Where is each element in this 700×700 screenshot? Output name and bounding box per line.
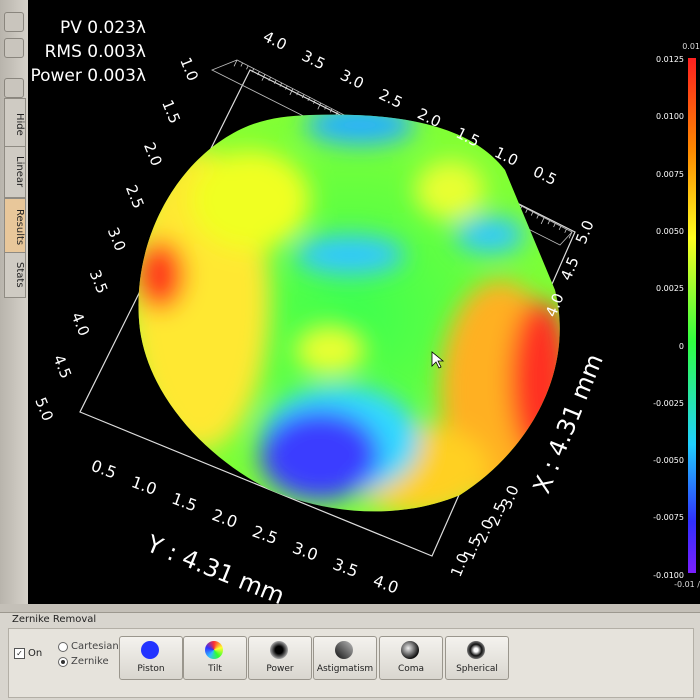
piston-button[interactable]: Piston	[119, 636, 183, 680]
right-axis-ticks: 5.04.54.0	[542, 218, 598, 320]
axis-tick-label: 1.0	[129, 472, 159, 499]
zernike-panel-title: Zernike Removal	[12, 614, 97, 625]
ruler-tick	[564, 228, 567, 233]
tab-results[interactable]: Results	[4, 198, 26, 256]
on-checkbox[interactable]: ✓ On	[14, 648, 42, 659]
ruler-tick	[525, 208, 528, 213]
colorbar-tick: 0.0125	[656, 55, 684, 64]
axis-tick-label: 5.0	[572, 218, 598, 247]
spherical-icon	[467, 641, 485, 659]
piston-label: Piston	[137, 664, 165, 674]
on-label: On	[28, 648, 43, 659]
surface-plot[interactable]: PV 0.023λ RMS 0.003λ Power 0.003λ 4.0 3.…	[28, 0, 648, 610]
colorbar-tick: -0.0100	[653, 570, 684, 580]
colorbar-tick: 0.0025	[656, 284, 684, 294]
checkbox-check-icon: ✓	[14, 648, 25, 659]
axis-tick-label: 3.0	[290, 538, 320, 565]
colorbar-tick: 0.0050	[656, 226, 684, 236]
axis-tick-label: 3.5	[86, 267, 112, 296]
surface-map: 4.0 3.5 3.0 2.5 2.0 1.5 1.0 0.5 1.0 1.5 2.0 2.5 3.0…	[31, 27, 609, 610]
astigmatism-button[interactable]: Astigmatism	[313, 636, 377, 680]
axis-tick-label: 3.0	[337, 66, 366, 93]
axis-tick-label: 4.0	[371, 571, 401, 598]
axis-tick-label: 1.0	[176, 55, 202, 84]
ruler-tick	[540, 217, 545, 225]
axis-tick-label: 2.0	[140, 140, 166, 169]
axis-tick-label: 5.0	[31, 395, 57, 424]
axis-tick-label: 2.5	[250, 522, 280, 549]
colorbar-tick: -0.0025	[653, 398, 684, 408]
colorbar-top-label: 0.01	[682, 42, 700, 51]
astigmatism-label: Astigmatism	[316, 664, 374, 674]
axis-tick-label: 2.0	[209, 505, 239, 532]
axis-tick-label: 4.5	[557, 254, 583, 283]
astigmatism-icon	[335, 641, 353, 659]
spherical-label: Spherical	[456, 664, 498, 674]
radio-zernike-dot	[58, 656, 68, 667]
axis-tick-label: 4.0	[68, 310, 94, 339]
left-toolbar: Hide Linear Results Stats	[0, 0, 29, 610]
ruler-tick	[246, 65, 249, 70]
power-button[interactable]: Power	[248, 636, 312, 680]
power-icon	[270, 641, 288, 659]
radio-zernike-label: Zernike	[71, 656, 109, 667]
axis-tick-label: 1.5	[158, 97, 184, 126]
tab-stats[interactable]: Stats	[4, 252, 26, 298]
ruler-tick	[536, 214, 539, 219]
axis-tick-label: 1.5	[169, 489, 199, 516]
spherical-button[interactable]: Spherical	[445, 636, 509, 680]
colorbar: 0.01 0.0125 0.0100 0.0075 0.0050 0.0025 0 -0.0…	[648, 0, 700, 610]
colorbar-bottom-label: -0.01 /	[674, 580, 700, 589]
pin-icon[interactable]	[4, 78, 24, 98]
tilt-label: Tilt	[208, 664, 222, 674]
colorbar-tick: 0.0075	[656, 169, 684, 179]
radio-cartesian-dot	[58, 641, 68, 652]
axis-tick-label: 2.5	[122, 182, 148, 211]
colorbar-tick: 0	[678, 341, 684, 351]
axis-tick-label: 3.5	[330, 554, 360, 581]
axis-tick-label: 4.5	[49, 352, 75, 381]
ruler-tick	[553, 223, 556, 228]
power-label: Power	[266, 664, 294, 674]
colorbar-tick: -0.0050	[653, 456, 684, 466]
radio-zernike[interactable]: Zernike	[58, 656, 109, 667]
ruler-tick	[547, 220, 551, 225]
coma-icon	[401, 641, 419, 659]
radio-cartesian[interactable]: Cartesian	[58, 641, 119, 652]
view-icon[interactable]	[4, 12, 24, 32]
tilt-icon	[205, 641, 223, 659]
panel-splitter[interactable]	[0, 604, 700, 613]
app-window: Hide Linear Results Stats PV 0.023λ RMS …	[0, 0, 700, 700]
ruler-tick	[558, 226, 562, 231]
colorbar-tick: -0.0075	[653, 513, 684, 523]
radio-cartesian-label: Cartesian	[71, 641, 119, 652]
tab-hide[interactable]: Hide	[4, 98, 26, 150]
axis-tick-label: 0.5	[530, 162, 559, 189]
axis-tick-label: 3.5	[299, 47, 328, 74]
piston-icon	[141, 641, 159, 659]
tilt-button[interactable]: Tilt	[183, 636, 247, 680]
colorbar-tick: 0.0100	[656, 112, 684, 122]
coma-button[interactable]: Coma	[379, 636, 443, 680]
tab-linear[interactable]: Linear	[4, 146, 26, 198]
view-alt-icon[interactable]	[4, 38, 24, 58]
axis-tick-label: 2.5	[376, 85, 405, 112]
axis-tick-label: 3.0	[104, 225, 130, 254]
axis-tick-label: 4.0	[260, 27, 289, 54]
axis-tick-label: 0.5	[89, 456, 119, 483]
ruler-tick	[530, 211, 534, 216]
coma-label: Coma	[397, 664, 425, 674]
colorbar-gradient	[688, 58, 696, 573]
ruler-tick	[240, 62, 243, 67]
